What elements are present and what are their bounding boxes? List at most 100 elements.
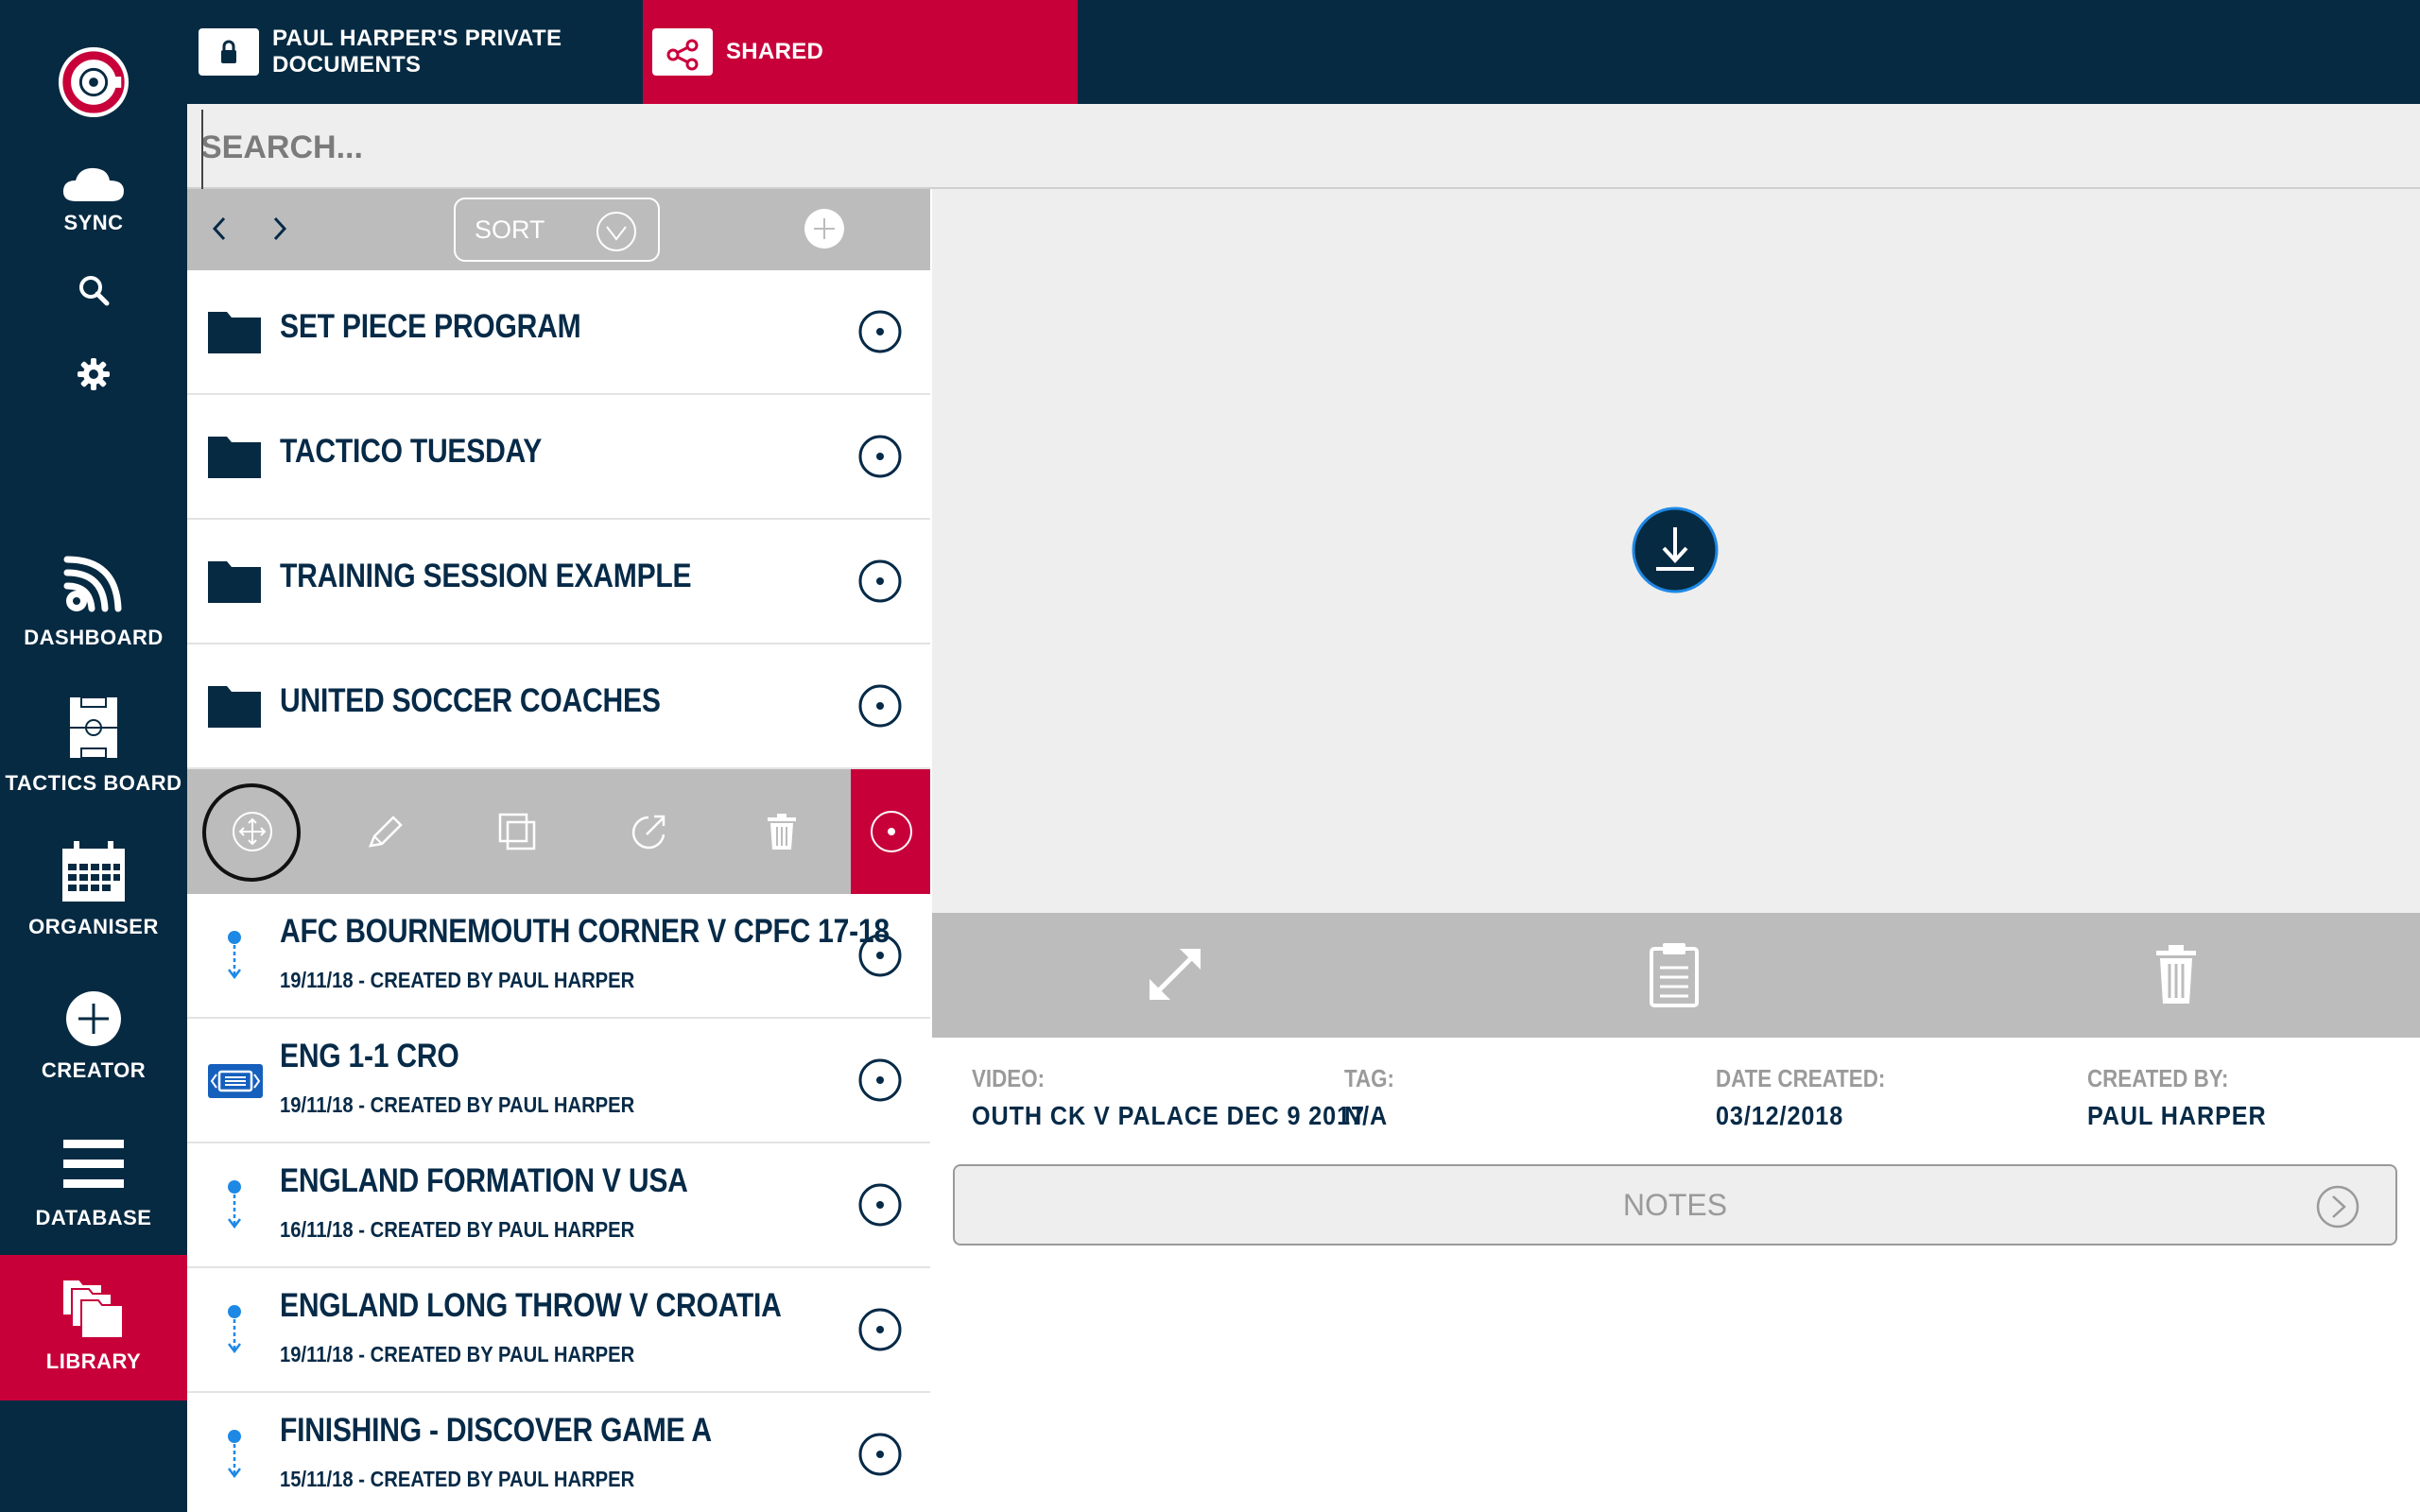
more-options-icon[interactable] [858, 934, 902, 977]
more-options-icon[interactable] [858, 1308, 902, 1351]
animation-icon [228, 1305, 241, 1354]
notes-button[interactable]: NOTES [953, 1164, 2397, 1246]
search-input[interactable] [200, 123, 2280, 172]
file-row[interactable]: FINISHING - DISCOVER GAME A 15/11/18 - C… [187, 1393, 930, 1512]
folder-row[interactable]: TRAINING SESSION EXAMPLE [187, 520, 930, 644]
chevron-right-icon [273, 216, 287, 241]
folder-row[interactable]: SET PIECE PROGRAM [187, 270, 930, 395]
folder-row[interactable]: UNITED SOCCER COACHES [187, 644, 930, 769]
folder-icon [208, 437, 261, 478]
detail-creator: CREATED BY: PAUL HARPER [2087, 1064, 2287, 1131]
file-name: ENG 1-1 CRO [280, 1038, 459, 1074]
back-button[interactable] [200, 210, 238, 248]
more-options-icon[interactable] [858, 1058, 902, 1102]
edit-icon[interactable] [363, 810, 406, 853]
detail-video: VIDEO: OUTH CK V PALACE DEC 9 2017 [972, 1064, 1409, 1131]
app-logo-icon[interactable] [57, 45, 130, 119]
file-row[interactable]: ENGLAND FORMATION V USA 16/11/18 - CREAT… [187, 1143, 930, 1268]
sidebar-item-database[interactable]: DATABASE [0, 1140, 187, 1230]
sidebar-label-sync: SYNC [63, 211, 124, 234]
folder-row[interactable]: TACTICO TUESDAY [187, 395, 930, 520]
download-icon[interactable] [1632, 507, 1719, 593]
sidebar-label-organiser: ORGANISER [28, 915, 159, 938]
detail-video-value: OUTH CK V PALACE DEC 9 2017 [972, 1101, 1365, 1130]
animation-icon [228, 1180, 241, 1229]
top-tab-bar: PAUL HARPER'S PRIVATE DOCUMENTS SHARED [187, 0, 2420, 104]
clipboard-icon[interactable] [1649, 941, 1700, 1007]
animation-icon [228, 931, 241, 980]
sidebar-item-sync[interactable]: SYNC [0, 165, 187, 235]
more-options-icon[interactable] [858, 684, 902, 728]
sidebar-label-library: LIBRARY [45, 1349, 142, 1373]
file-row[interactable]: AFC BOURNEMOUTH CORNER V CPFC 17-18 19/1… [187, 894, 930, 1019]
folder-icon [208, 686, 261, 728]
detail-date-value: 03/12/2018 [1716, 1101, 1844, 1130]
move-icon [233, 812, 272, 851]
chevron-down-icon [596, 212, 636, 251]
sidebar-item-settings[interactable] [0, 357, 187, 391]
sidebar-item-dashboard[interactable]: DASHBOARD [0, 548, 187, 650]
file-name: AFC BOURNEMOUTH CORNER V CPFC 17-18 [280, 913, 890, 950]
pitch-icon [70, 696, 117, 759]
dashboard-icon [63, 556, 122, 612]
detail-video-label: VIDEO: [972, 1064, 1046, 1092]
search-bar [187, 104, 2420, 189]
sidebar-item-tactics-board[interactable]: TACTICS BOARD [0, 696, 187, 796]
sidebar-item-creator[interactable]: CREATOR [0, 990, 187, 1083]
file-meta: 19/11/18 - CREATED BY PAUL HARPER [280, 1092, 635, 1117]
sidebar-item-organiser[interactable]: ORGANISER [0, 841, 187, 939]
more-options-icon[interactable] [858, 1433, 902, 1476]
file-name: FINISHING - DISCOVER GAME A [280, 1412, 712, 1449]
more-options-icon[interactable] [858, 1183, 902, 1227]
sidebar-item-search[interactable] [0, 274, 187, 306]
file-row[interactable]: ENG 1-1 CRO 19/11/18 - CREATED BY PAUL H… [187, 1019, 930, 1143]
more-options-icon[interactable] [858, 559, 902, 603]
notes-label: NOTES [1622, 1187, 1728, 1222]
file-name: ENGLAND FORMATION V USA [280, 1162, 688, 1199]
sort-dropdown[interactable]: SORT [454, 198, 660, 262]
detail-tag-label: TAG: [1344, 1064, 1394, 1092]
folder-icon [208, 312, 261, 353]
preview-toolbar [932, 913, 2420, 1038]
folder-name: TRAINING SESSION EXAMPLE [280, 558, 692, 594]
animation-icon [228, 1430, 241, 1479]
cloud-icon [62, 167, 124, 201]
library-icon [61, 1279, 124, 1339]
tab-label-shared: SHARED [726, 39, 824, 64]
sidebar-item-library[interactable]: LIBRARY [0, 1255, 187, 1400]
folder-name: UNITED SOCCER COACHES [280, 682, 661, 719]
tab-shared[interactable]: SHARED [643, 0, 1078, 104]
detail-date: DATE CREATED: 03/12/2018 [1716, 1064, 1912, 1131]
chevron-right-circle-icon [2316, 1185, 2360, 1228]
more-options-icon[interactable] [858, 435, 902, 478]
close-actions-button[interactable] [851, 769, 930, 894]
list-toolbar: SORT [187, 189, 930, 270]
chevron-left-icon [212, 216, 226, 241]
trash-icon[interactable] [2153, 941, 2199, 1007]
more-options-icon[interactable] [858, 310, 902, 353]
file-row[interactable]: ENGLAND LONG THROW V CROATIA 19/11/18 - … [187, 1268, 930, 1393]
tab-private-documents[interactable]: PAUL HARPER'S PRIVATE DOCUMENTS [199, 0, 643, 104]
detail-tag-value: N/A [1344, 1101, 1389, 1130]
file-meta: 19/11/18 - CREATED BY PAUL HARPER [280, 968, 635, 992]
detail-creator-label: CREATED BY: [2087, 1064, 2229, 1092]
file-meta: 19/11/18 - CREATED BY PAUL HARPER [280, 1342, 635, 1366]
search-icon [79, 276, 110, 306]
share-icon[interactable] [628, 810, 671, 853]
calendar-icon [62, 841, 125, 902]
add-button[interactable] [804, 208, 845, 249]
sidebar-label-dashboard: DASHBOARD [24, 626, 164, 649]
file-name: ENGLAND LONG THROW V CROATIA [280, 1287, 782, 1324]
detail-tag: TAG: N/A [1344, 1064, 1403, 1131]
file-meta: 15/11/18 - CREATED BY PAUL HARPER [280, 1467, 635, 1491]
forward-button[interactable] [261, 210, 299, 248]
duplicate-icon[interactable] [495, 810, 539, 853]
trash-icon[interactable] [760, 810, 804, 853]
sort-label: SORT [475, 215, 545, 244]
gear-icon [78, 358, 110, 390]
menu-icon [63, 1140, 124, 1188]
expand-icon[interactable] [1142, 941, 1208, 1007]
sidebar-label-database: DATABASE [35, 1206, 152, 1229]
folder-name: SET PIECE PROGRAM [280, 308, 581, 345]
detail-date-label: DATE CREATED: [1716, 1064, 1886, 1092]
